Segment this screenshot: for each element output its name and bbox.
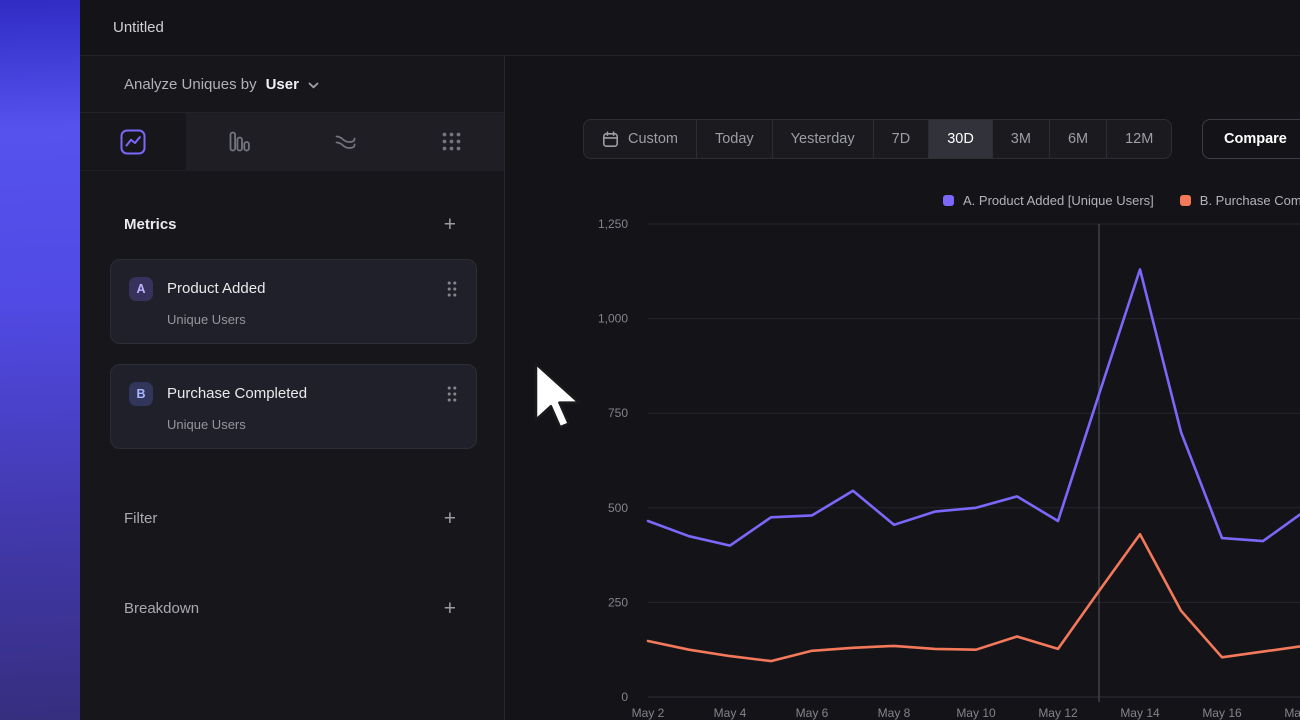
add-breakdown-button[interactable]: +	[444, 598, 456, 619]
y-tick-label: 1,250	[598, 217, 628, 231]
date-range-selector: Custom Today Yesterday 7D 30D 3M 6M 12M	[583, 119, 1172, 159]
metric-card-b[interactable]: B Purchase Completed Unique Users	[110, 364, 477, 449]
analyze-uniques-label: Analyze Uniques by	[124, 76, 257, 93]
x-tick-label: May 2	[632, 706, 665, 720]
legend-item-b[interactable]: B. Purchase Completed [Unique Users]	[1180, 193, 1300, 208]
tab-line-chart[interactable]	[80, 113, 186, 170]
tab-bar-chart[interactable]	[186, 113, 292, 170]
range-12m-button[interactable]: 12M	[1106, 120, 1171, 158]
range-3m-button[interactable]: 3M	[992, 120, 1049, 158]
legend-label: B. Purchase Completed [Unique Users]	[1200, 193, 1300, 208]
metric-drag-handle-icon[interactable]	[446, 280, 458, 298]
x-tick-label: May 6	[796, 706, 829, 720]
retention-grid-icon	[439, 129, 464, 154]
breakdown-label: Breakdown	[124, 600, 199, 617]
chevron-down-icon[interactable]	[308, 82, 319, 89]
tab-retention[interactable]	[398, 113, 504, 170]
x-tick-label: May 4	[714, 706, 747, 720]
metric-card-a[interactable]: A Product Added Unique Users	[110, 259, 477, 344]
legend-label: A. Product Added [Unique Users]	[963, 193, 1154, 208]
y-tick-label: 500	[608, 501, 628, 515]
x-tick-label: May 8	[878, 706, 911, 720]
analyze-uniques-header: Analyze Uniques by User	[80, 56, 504, 113]
metric-title[interactable]: Purchase Completed	[167, 385, 446, 402]
metric-badge-b: B	[129, 382, 153, 406]
y-tick-label: 250	[608, 595, 628, 609]
add-metric-button[interactable]: +	[444, 214, 456, 235]
calendar-icon	[602, 131, 619, 148]
range-yesterday-button[interactable]: Yesterday	[772, 120, 873, 158]
metric-subtitle[interactable]: Unique Users	[129, 417, 458, 432]
analytics-chart[interactable]: 0 250 500 750 1,000 1,250 May 2 May 4 May 6 May 8…	[505, 216, 1300, 720]
chart-type-tabs	[80, 113, 504, 171]
top-bar: Untitled	[80, 0, 1300, 55]
legend-swatch	[1180, 195, 1191, 206]
chart-legend: A. Product Added [Unique Users] B. Purch…	[943, 193, 1300, 208]
add-filter-button[interactable]: +	[444, 508, 456, 529]
chart-area: 0 250 500 750 1,000 1,250 May 2 May 4 May 6 May 8…	[505, 216, 1300, 720]
metric-drag-handle-icon[interactable]	[446, 385, 458, 403]
flows-icon	[333, 129, 358, 154]
query-sidebar: Analyze Uniques by User	[80, 56, 505, 720]
legend-swatch	[943, 195, 954, 206]
x-tick-label: May 16	[1202, 706, 1242, 720]
tab-flows[interactable]	[292, 113, 398, 170]
brand-gradient-strip	[0, 0, 80, 720]
range-6m-button[interactable]: 6M	[1049, 120, 1106, 158]
series-line-1	[648, 534, 1300, 661]
legend-item-a[interactable]: A. Product Added [Unique Users]	[943, 193, 1154, 208]
metrics-section-header: Metrics +	[80, 211, 504, 237]
report-title[interactable]: Untitled	[113, 19, 164, 36]
filter-section-header: Filter +	[80, 505, 504, 531]
metric-title[interactable]: Product Added	[167, 280, 446, 297]
y-tick-label: 1,000	[598, 312, 628, 326]
metrics-label: Metrics	[124, 216, 177, 233]
filter-label: Filter	[124, 510, 157, 527]
range-today-button[interactable]: Today	[696, 120, 772, 158]
compare-button[interactable]: Compare	[1202, 119, 1300, 159]
metric-subtitle[interactable]: Unique Users	[129, 312, 458, 327]
line-chart-icon	[120, 129, 146, 155]
range-30d-button[interactable]: 30D	[928, 120, 992, 158]
x-tick-label: May 10	[956, 706, 996, 720]
x-tick-label: May 14	[1120, 706, 1160, 720]
app-window: Untitled Analyze Uniques by User	[0, 0, 1300, 720]
bar-chart-icon	[227, 129, 252, 154]
range-7d-button[interactable]: 7D	[873, 120, 929, 158]
range-custom-button[interactable]: Custom	[584, 120, 696, 158]
chart-panel: Custom Today Yesterday 7D 30D 3M 6M 12M …	[505, 56, 1300, 720]
y-tick-label: 750	[608, 406, 628, 420]
metric-badge-a: A	[129, 277, 153, 301]
x-tick-label: May 18	[1284, 706, 1300, 720]
breakdown-section-header: Breakdown +	[80, 595, 504, 621]
analyze-uniques-value[interactable]: User	[266, 76, 299, 93]
y-tick-label: 0	[621, 690, 628, 704]
x-tick-label: May 12	[1038, 706, 1078, 720]
series-line-0	[648, 269, 1300, 545]
